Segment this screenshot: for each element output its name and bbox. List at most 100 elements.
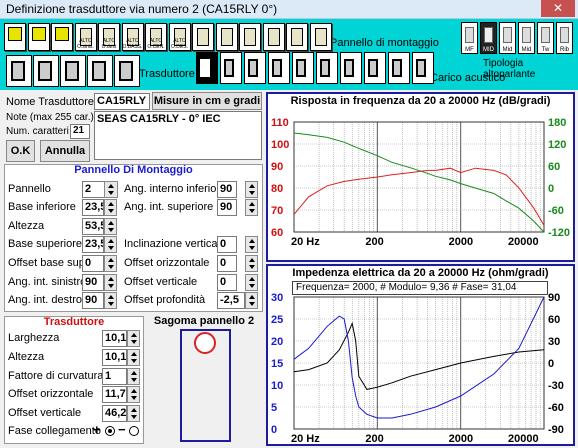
mount-left-input[interactable]: 0 <box>82 255 104 272</box>
speaker-type-0[interactable]: MF <box>461 22 478 54</box>
mount-button-13[interactable] <box>309 23 332 51</box>
mount-left-stepper[interactable] <box>104 236 117 253</box>
mount-button-12[interactable] <box>286 23 308 51</box>
transducer-button-3[interactable] <box>87 55 113 87</box>
transducer-button-1[interactable] <box>33 55 59 87</box>
transducer-stepper[interactable] <box>127 349 140 366</box>
load-enclosure-icon <box>296 59 306 77</box>
mount-button-5[interactable]: ALTO O.BASS. <box>121 23 144 51</box>
mount-left-stepper[interactable] <box>104 218 117 235</box>
mount-right-stepper[interactable] <box>245 255 258 272</box>
mount-button-4[interactable]: ALTO O.dest <box>98 23 120 51</box>
load-button-7[interactable] <box>364 52 386 84</box>
transducer-input[interactable]: 10,1 <box>102 330 127 347</box>
mount-left-input[interactable]: 90 <box>82 274 104 291</box>
mount-left-input[interactable]: 23,5 <box>82 236 104 253</box>
mount-right-input[interactable]: 90 <box>217 199 237 216</box>
mount-right-stepper[interactable] <box>245 181 258 198</box>
mount-left-input[interactable]: 53,5 <box>82 218 104 235</box>
transducer-label: Offset verticale <box>8 407 82 419</box>
close-button[interactable]: ✕ <box>541 0 575 17</box>
y-left-tick: 70 <box>271 205 283 217</box>
load-button-4[interactable] <box>292 52 314 84</box>
transducer-label: Fattore di curvatura <box>8 370 104 382</box>
load-button-8[interactable] <box>388 52 410 84</box>
mount-right-stepper[interactable] <box>245 236 258 253</box>
cancel-button[interactable]: Annulla <box>40 140 90 162</box>
mount-button-1[interactable] <box>27 23 50 51</box>
x-tick: 200 <box>365 236 383 248</box>
mount-right-stepper[interactable] <box>245 199 258 216</box>
mount-shape-icon <box>55 27 69 41</box>
phase-minus-radio[interactable] <box>129 426 139 436</box>
mount-left-stepper[interactable] <box>104 292 117 309</box>
mount-button-7[interactable]: ALTO O.DES. <box>168 23 191 51</box>
mount-left-stepper[interactable] <box>104 199 117 216</box>
load-enclosure-icon <box>224 59 234 77</box>
phase-plus-radio[interactable] <box>105 426 115 436</box>
name-input[interactable]: CA15RLY <box>94 93 150 110</box>
driver-circle <box>194 332 216 354</box>
load-button-9[interactable] <box>412 52 434 84</box>
speaker-square-icon <box>38 61 52 81</box>
mount-left-input[interactable]: 90 <box>82 292 104 309</box>
mount-button-10[interactable] <box>239 23 261 51</box>
transducer-button-0[interactable] <box>6 55 32 87</box>
mount-right-label: Offset orizzontale <box>124 257 210 269</box>
transducer-stepper[interactable] <box>127 386 140 403</box>
load-button-2[interactable] <box>244 52 266 84</box>
transducer-stepper[interactable] <box>127 330 140 347</box>
speaker-type-label: Tw <box>541 47 550 53</box>
mount-button-label: ALTO O.CEN. <box>147 38 165 50</box>
y-left-tick: 30 <box>271 292 283 304</box>
transducer-input[interactable]: 11,75 <box>102 386 127 403</box>
speaker-type-4[interactable]: Tw <box>537 22 554 54</box>
speaker-type-icon <box>484 27 493 43</box>
y-right-tick: -60 <box>548 402 564 414</box>
mount-button-2[interactable] <box>51 23 73 51</box>
mount-button-9[interactable] <box>215 23 238 51</box>
mount-left-stepper[interactable] <box>104 255 117 272</box>
units-button[interactable]: Misure in cm e gradi <box>152 92 262 110</box>
load-button-1[interactable] <box>220 52 242 84</box>
transducer-stepper[interactable] <box>127 368 140 385</box>
ok-button[interactable]: O.K <box>6 140 35 162</box>
mount-button-8[interactable] <box>192 23 214 51</box>
load-button-6[interactable] <box>340 52 362 84</box>
mount-right-input[interactable]: 0 <box>217 274 237 291</box>
speaker-type-icon <box>503 27 512 43</box>
speaker-type-5[interactable]: Rib <box>556 22 573 54</box>
transducer-button-4[interactable] <box>114 55 140 87</box>
transducer-label: Larghezza <box>8 332 60 344</box>
transducer-button-2[interactable] <box>60 55 86 87</box>
load-button-5[interactable] <box>316 52 338 84</box>
y-left-tick: 90 <box>271 161 283 173</box>
mount-left-stepper[interactable] <box>104 274 117 291</box>
transducer-input[interactable]: 1 <box>102 368 127 385</box>
mount-right-stepper[interactable] <box>245 274 258 291</box>
series-line-blue <box>293 296 545 419</box>
mount-button-3[interactable]: ALTO O.sinis. <box>74 23 97 51</box>
speaker-type-3[interactable]: Mid <box>518 22 535 54</box>
mount-right-stepper[interactable] <box>245 292 258 309</box>
mount-right-input[interactable]: 0 <box>217 236 237 253</box>
mount-button-label: ALTO O.dest <box>101 38 117 50</box>
transducer-input[interactable]: 46,2 <box>102 405 127 422</box>
panel-dropdown-arrow[interactable] <box>104 181 118 198</box>
transducer-stepper[interactable] <box>127 405 140 422</box>
mount-button-6[interactable]: ALTO O.CEN. <box>145 23 167 51</box>
speaker-type-2[interactable]: Mid <box>499 22 516 54</box>
mount-right-input[interactable]: 90 <box>217 181 237 198</box>
series-line-black <box>293 321 545 390</box>
load-button-0[interactable] <box>196 52 218 84</box>
speaker-type-1[interactable]: MID <box>480 22 497 54</box>
mount-left-input[interactable]: 23,5 <box>82 199 104 216</box>
mount-right-label: Ang. int. superiore <box>124 201 214 213</box>
load-button-3[interactable] <box>268 52 290 84</box>
mount-right-input[interactable]: -2,5 <box>217 292 245 309</box>
mount-button-0[interactable] <box>4 23 26 51</box>
mount-right-input[interactable]: 0 <box>217 255 237 272</box>
notes-textarea[interactable]: SEAS CA15RLY - 0° IEC <box>94 111 262 160</box>
transducer-input[interactable]: 10,1 <box>102 349 127 366</box>
mount-button-11[interactable] <box>262 23 285 51</box>
